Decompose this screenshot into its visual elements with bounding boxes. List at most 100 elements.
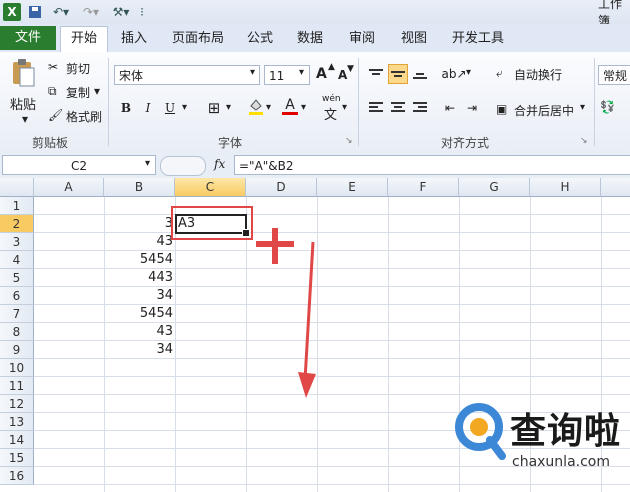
- font-color-button[interactable]: A: [280, 96, 300, 116]
- customize-tools-icon[interactable]: ⚒▾: [110, 3, 132, 21]
- text-orientation-icon[interactable]: ab↗: [441, 64, 466, 84]
- row-header-4[interactable]: 4: [0, 251, 34, 269]
- select-all-corner[interactable]: [0, 178, 34, 197]
- phonetic-guide-icon[interactable]: 文: [324, 104, 337, 123]
- borders-dropdown-icon[interactable]: ▾: [226, 102, 231, 113]
- row-header-7[interactable]: 7: [0, 305, 34, 323]
- cell-b7[interactable]: 5454: [104, 305, 173, 323]
- formula-bar-handle[interactable]: [160, 156, 206, 176]
- font-size-dropdown-icon[interactable]: ▾: [299, 67, 304, 78]
- fill-color-icon[interactable]: [246, 96, 266, 116]
- cut-icon[interactable]: ✂: [48, 60, 58, 74]
- cell-b9[interactable]: 34: [104, 341, 173, 359]
- align-center-icon[interactable]: [388, 98, 408, 118]
- copy-label[interactable]: 复制: [66, 84, 90, 101]
- paste-label[interactable]: 粘贴: [10, 94, 36, 113]
- shrink-font-icon[interactable]: A: [338, 68, 347, 82]
- column-header-b[interactable]: B: [104, 178, 175, 197]
- cell-b2[interactable]: 3: [104, 215, 173, 233]
- column-header-e[interactable]: E: [317, 178, 388, 197]
- format-painter-icon[interactable]: 🖌: [48, 108, 63, 122]
- borders-icon[interactable]: ⊞: [204, 98, 224, 118]
- number-format-select[interactable]: 常规: [598, 65, 630, 85]
- align-bottom-icon[interactable]: [410, 64, 430, 84]
- redo-icon[interactable]: ↷▾: [80, 3, 102, 21]
- insert-function-icon[interactable]: fx: [214, 157, 225, 171]
- tab-data[interactable]: 数据: [290, 27, 330, 51]
- copy-icon[interactable]: ⧉: [48, 84, 57, 99]
- formula-input[interactable]: ="A"&B2: [234, 155, 630, 175]
- font-color-dropdown-icon[interactable]: ▾: [301, 102, 306, 113]
- row-header-9[interactable]: 9: [0, 341, 34, 359]
- tab-formulas[interactable]: 公式: [240, 27, 280, 51]
- cell-b5[interactable]: 443: [104, 269, 173, 287]
- alignment-dialog-launcher-icon[interactable]: ↘: [580, 136, 588, 146]
- format-painter-label[interactable]: 格式刷: [66, 108, 102, 125]
- font-name-dropdown-icon[interactable]: ▾: [250, 67, 255, 78]
- merge-center-label[interactable]: 合并后居中: [514, 102, 574, 119]
- tab-home[interactable]: 开始: [60, 26, 108, 53]
- column-header-h[interactable]: H: [530, 178, 601, 197]
- row-header-15[interactable]: 15: [0, 449, 34, 467]
- merge-dropdown-icon[interactable]: ▾: [580, 102, 585, 113]
- column-header-a[interactable]: A: [34, 178, 104, 197]
- quick-access-menu-icon[interactable]: ⁝: [136, 3, 148, 21]
- align-right-icon[interactable]: [410, 98, 430, 118]
- wrap-text-label[interactable]: 自动换行: [514, 66, 562, 83]
- undo-icon[interactable]: ↶▾: [50, 3, 72, 21]
- underline-button[interactable]: U: [160, 98, 180, 118]
- save-icon[interactable]: [26, 3, 44, 21]
- column-header-overflow[interactable]: [601, 178, 630, 197]
- tab-file[interactable]: 文件: [0, 26, 56, 50]
- align-left-icon[interactable]: [366, 98, 386, 118]
- cell-b8[interactable]: 43: [104, 323, 173, 341]
- name-box-dropdown-icon[interactable]: ▾: [145, 158, 150, 169]
- font-dialog-launcher-icon[interactable]: ↘: [345, 136, 353, 146]
- cut-label[interactable]: 剪切: [66, 60, 90, 77]
- increase-indent-icon[interactable]: ⇥: [462, 98, 482, 118]
- decrease-indent-icon[interactable]: ⇤: [440, 98, 460, 118]
- fill-color-dropdown-icon[interactable]: ▾: [266, 102, 271, 113]
- merge-center-icon[interactable]: ▣: [496, 102, 507, 116]
- italic-button[interactable]: I: [138, 98, 158, 118]
- row-header-6[interactable]: 6: [0, 287, 34, 305]
- row-header-5[interactable]: 5: [0, 269, 34, 287]
- orientation-dropdown-icon[interactable]: ▾: [466, 67, 471, 78]
- align-middle-icon[interactable]: [388, 64, 408, 84]
- paste-dropdown-icon[interactable]: ▾: [22, 112, 28, 126]
- tab-developer[interactable]: 开发工具: [446, 27, 510, 51]
- row-header-8[interactable]: 8: [0, 323, 34, 341]
- row-header-1[interactable]: 1: [0, 197, 34, 215]
- grow-font-icon[interactable]: A: [316, 66, 327, 82]
- copy-dropdown-icon[interactable]: ▾: [94, 84, 100, 98]
- bold-button[interactable]: B: [116, 98, 136, 118]
- row-header-16[interactable]: 16: [0, 467, 34, 485]
- phonetic-dropdown-icon[interactable]: ▾: [342, 102, 347, 113]
- row-header-11[interactable]: 11: [0, 377, 34, 395]
- font-name-select[interactable]: 宋体: [114, 65, 260, 85]
- align-top-icon[interactable]: [366, 64, 386, 84]
- row-header-2[interactable]: 2: [0, 215, 34, 233]
- wrap-text-icon[interactable]: ⤶: [496, 66, 503, 81]
- cell-b3[interactable]: 43: [104, 233, 173, 251]
- name-box[interactable]: C2: [2, 155, 156, 175]
- paste-icon[interactable]: [10, 58, 36, 88]
- cell-b6[interactable]: 34: [104, 287, 173, 305]
- tab-page-layout[interactable]: 页面布局: [166, 27, 230, 51]
- currency-format-icon[interactable]: 💱: [600, 100, 615, 114]
- group-divider: [108, 58, 109, 146]
- row-header-10[interactable]: 10: [0, 359, 34, 377]
- underline-dropdown-icon[interactable]: ▾: [182, 102, 187, 113]
- column-header-c[interactable]: C: [175, 178, 246, 197]
- tab-view[interactable]: 视图: [394, 27, 434, 51]
- column-header-d[interactable]: D: [246, 178, 317, 197]
- cell-b4[interactable]: 5454: [104, 251, 173, 269]
- row-header-12[interactable]: 12: [0, 395, 34, 413]
- tab-insert[interactable]: 插入: [112, 27, 156, 51]
- tab-review[interactable]: 审阅: [342, 27, 382, 51]
- row-header-3[interactable]: 3: [0, 233, 34, 251]
- column-header-f[interactable]: F: [388, 178, 459, 197]
- column-header-g[interactable]: G: [459, 178, 530, 197]
- row-header-13[interactable]: 13: [0, 413, 34, 431]
- row-header-14[interactable]: 14: [0, 431, 34, 449]
